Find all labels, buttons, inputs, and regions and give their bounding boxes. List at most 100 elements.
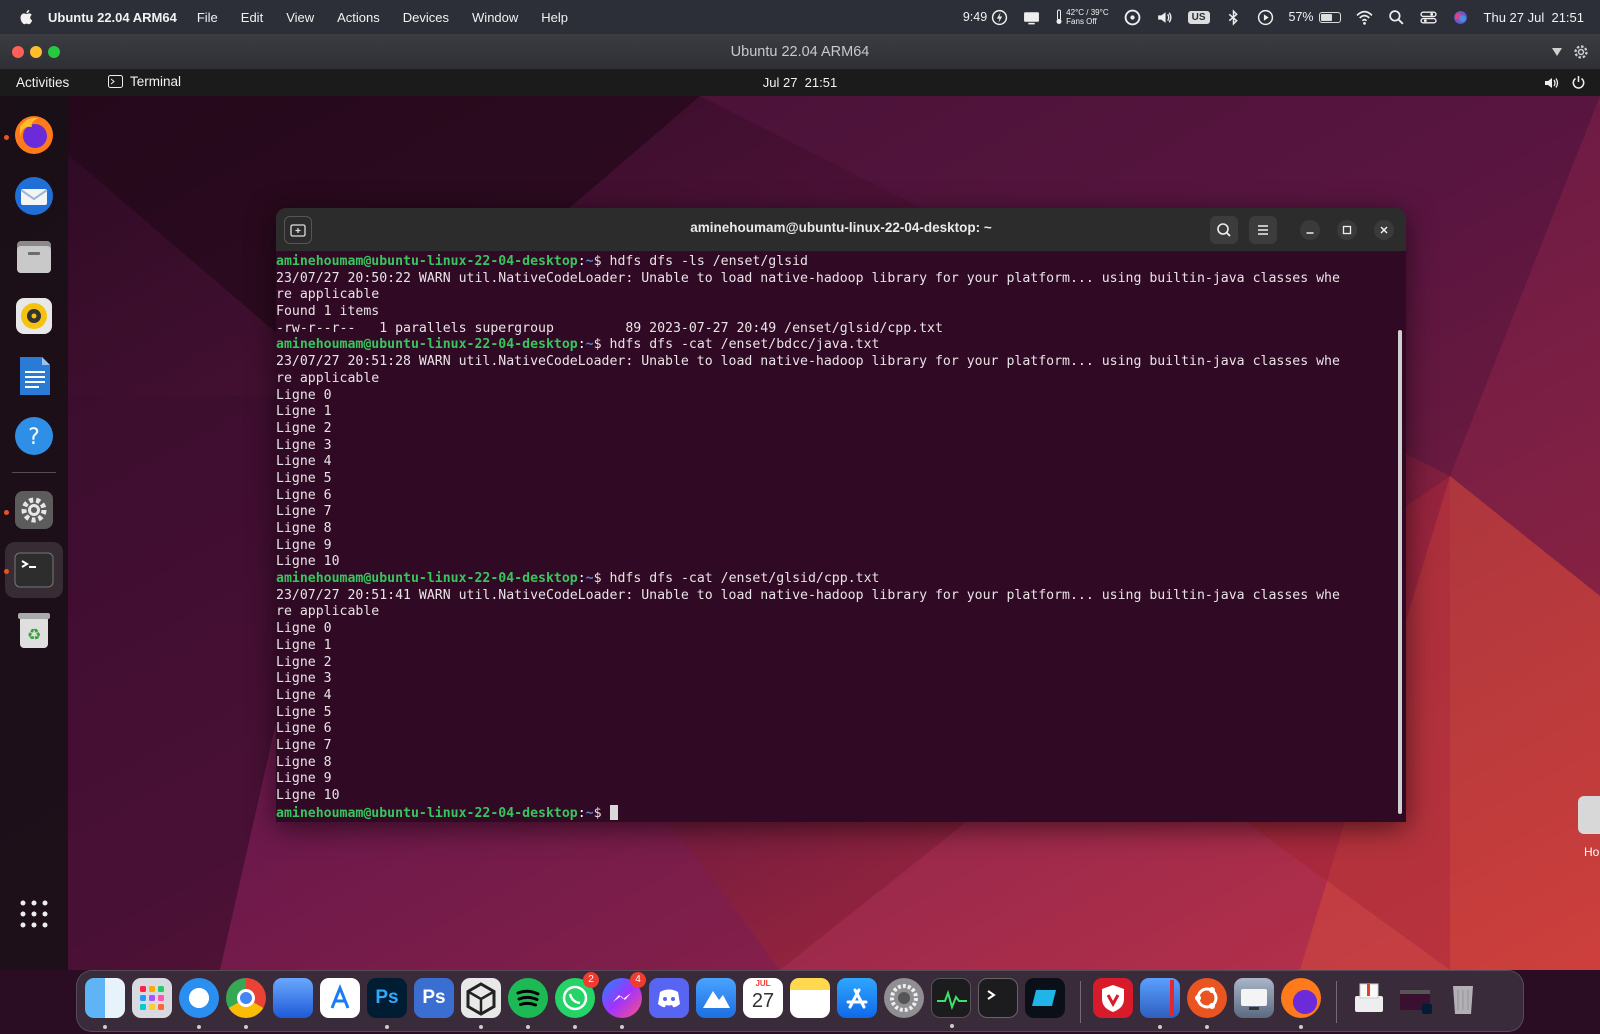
menubar-datetime[interactable]: Thu 27 Jul 21:51 (1484, 10, 1584, 25)
calendar-icon[interactable]: JUL 27 (743, 978, 783, 1018)
activity-monitor-icon[interactable] (931, 978, 971, 1028)
trash-icon[interactable]: ♻ (12, 608, 56, 652)
system-preferences-icon[interactable] (884, 978, 924, 1018)
output-line: Ligne 7 (276, 737, 332, 753)
terminal-line: re applicable (276, 370, 380, 386)
dock-separator (12, 472, 56, 473)
menu-edit[interactable]: Edit (241, 10, 263, 25)
bluetooth-icon[interactable] (1225, 8, 1242, 26)
whatsapp-icon[interactable]: 2 (555, 972, 599, 1029)
terminal-current-prompt[interactable]: aminehoumam@ubuntu-linux-22-04-desktop:~… (276, 804, 1396, 822)
show-apps-grid-icon[interactable] (19, 899, 49, 929)
prompt-symbol: $ (593, 337, 602, 353)
terminal-search-button[interactable] (1210, 216, 1238, 244)
prompt-path: ~ (585, 254, 594, 269)
firefox-mac-icon[interactable] (1281, 978, 1321, 1029)
ubuntu-volume-icon[interactable] (1544, 76, 1560, 90)
terminal-scrollbar[interactable] (1398, 330, 1402, 814)
menu-view[interactable]: View (286, 10, 314, 25)
menu-actions[interactable]: Actions (337, 10, 380, 25)
help-icon[interactable]: ? (12, 414, 56, 458)
minimize-icon (1306, 232, 1314, 234)
prompt-user: aminehoumam@ubuntu-linux-22-04-desktop (276, 571, 578, 587)
chat-bubble-icon[interactable] (1124, 9, 1141, 26)
spotlight-search-icon[interactable] (1388, 9, 1405, 26)
unity-icon[interactable] (461, 978, 501, 1029)
menu-window[interactable]: Window (472, 10, 518, 25)
mac-terminal-icon[interactable] (978, 978, 1018, 1018)
files-icon[interactable] (12, 234, 56, 278)
rhythmbox-icon[interactable] (12, 294, 56, 338)
screen-sharing-icon[interactable] (1234, 978, 1274, 1018)
settings-icon[interactable] (12, 488, 56, 532)
battery-status[interactable]: 57% (1289, 10, 1341, 24)
recent-document-icon[interactable] (1396, 978, 1436, 1018)
menu-file[interactable]: File (197, 10, 218, 25)
running-indicator (4, 569, 9, 574)
archive-utility-icon[interactable] (1349, 978, 1389, 1018)
mountain-app-icon[interactable] (696, 978, 736, 1018)
siri-icon[interactable] (1452, 9, 1469, 26)
command-text: hdfs dfs -cat /enset/glsid/cpp.txt (601, 571, 880, 587)
terminal-line: aminehoumam@ubuntu-linux-22-04-desktop:~… (276, 254, 808, 269)
menu-help[interactable]: Help (541, 10, 568, 25)
notification-display-icon[interactable] (1023, 9, 1040, 26)
notes-icon[interactable] (790, 978, 830, 1018)
photoshop-icon[interactable]: Ps (367, 978, 407, 1029)
terminal-minimize-button[interactable] (1300, 220, 1320, 240)
firefox-icon[interactable] (12, 113, 56, 157)
app-store-icon[interactable] (837, 978, 877, 1018)
instruments-a-icon[interactable] (320, 978, 360, 1018)
desktop-home-shortcut[interactable] (1578, 796, 1600, 834)
menubar-app-name[interactable]: Ubuntu 22.04 ARM64 (48, 10, 177, 25)
input-source-badge[interactable]: US (1187, 10, 1210, 24)
ubuntu-power-icon[interactable] (1571, 75, 1586, 90)
photoshop-express-icon[interactable]: Ps (414, 978, 454, 1018)
dock-separator (1336, 981, 1337, 1023)
output-line: Ligne 0 (276, 621, 332, 637)
xcode-icon[interactable] (273, 978, 313, 1018)
terminal-menu-button[interactable] (1249, 216, 1277, 244)
output-line: Ligne 0 (276, 387, 332, 403)
volume-icon[interactable] (1156, 9, 1173, 26)
antivirus-shield-icon[interactable] (1093, 978, 1133, 1018)
output-line: Ligne 2 (276, 654, 332, 670)
play-circle-icon[interactable] (1257, 9, 1274, 26)
terminal-maximize-button[interactable] (1337, 220, 1357, 240)
terminal-headerbar[interactable]: aminehoumam@ubuntu-linux-22-04-desktop: … (276, 208, 1406, 252)
dock-separator (1080, 981, 1081, 1023)
terminal-line: re applicable (276, 287, 380, 303)
safari-icon[interactable] (179, 978, 219, 1029)
control-center-icon[interactable] (1419, 9, 1437, 26)
sidecar-app-icon[interactable] (1025, 978, 1065, 1018)
maximize-icon (1342, 225, 1352, 235)
launchpad-icon[interactable] (132, 978, 172, 1018)
vm-dropdown-icon[interactable] (1550, 45, 1564, 59)
parallels-control-center-icon[interactable] (1140, 978, 1180, 1029)
battery-time-status[interactable]: 9:49 (963, 9, 1008, 26)
thunderbird-icon[interactable] (12, 174, 56, 218)
apple-logo-icon[interactable] (18, 8, 36, 26)
discord-icon[interactable] (649, 978, 689, 1018)
terminal-window[interactable]: aminehoumam@ubuntu-linux-22-04-desktop: … (276, 208, 1406, 822)
calendar-month: JUL (755, 979, 771, 988)
prompt-symbol: $ (593, 805, 602, 821)
ubuntu-clock[interactable]: Jul 27 21:51 (0, 75, 1600, 90)
messenger-icon[interactable]: 4 (602, 972, 646, 1029)
spotify-icon[interactable] (508, 978, 548, 1029)
terminal-output[interactable]: aminehoumam@ubuntu-linux-22-04-desktop:~… (276, 252, 1396, 822)
ubuntu-vm-icon[interactable] (1187, 978, 1227, 1029)
output-line: Ligne 6 (276, 487, 332, 503)
terminal-icon[interactable] (12, 548, 56, 592)
chrome-icon[interactable] (226, 978, 266, 1029)
output-line: Ligne 9 (276, 771, 332, 787)
mac-trash-icon[interactable] (1443, 978, 1483, 1018)
wifi-icon[interactable] (1355, 9, 1373, 26)
writer-icon[interactable] (12, 354, 56, 398)
vm-settings-gear-icon[interactable] (1572, 43, 1590, 61)
temperature-status[interactable]: 42°C / 39°C Fans Off (1055, 8, 1109, 26)
menu-devices[interactable]: Devices (403, 10, 449, 25)
finder-icon[interactable] (85, 978, 125, 1029)
output-line: Ligne 1 (276, 637, 332, 653)
terminal-close-button[interactable] (1374, 220, 1394, 240)
